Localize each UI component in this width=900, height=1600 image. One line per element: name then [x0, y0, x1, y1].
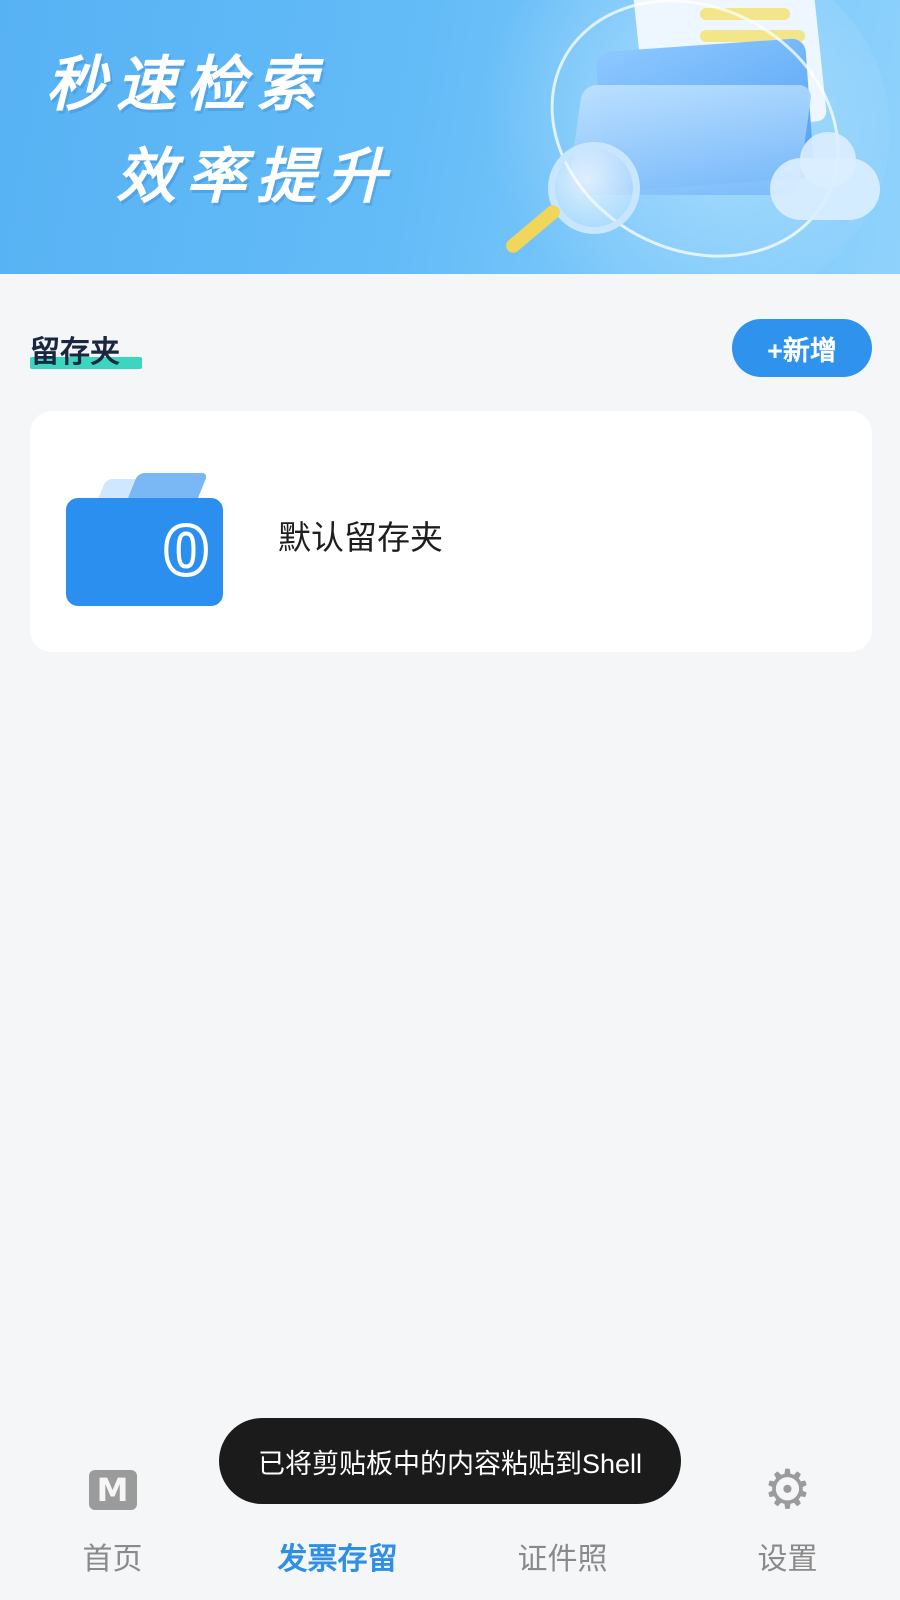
nav-item-home[interactable]: M 首页	[0, 1450, 225, 1600]
nav-item-settings[interactable]: ⚙ 设置	[675, 1450, 900, 1600]
nav-label-invoice: 发票存留	[277, 1542, 398, 1577]
gear-icon: ⚙	[763, 1458, 812, 1521]
clipboard-toast: 已将剪贴板中的内容粘贴到Shell	[219, 1418, 681, 1504]
banner-headline-2: 效率提升	[116, 142, 396, 212]
add-folder-button[interactable]: +新增	[732, 319, 872, 377]
folder-body: 0	[66, 498, 223, 606]
folder-icon: 0	[66, 461, 226, 606]
hero-banner[interactable]: 秒速检索 效率提升	[0, 0, 900, 274]
cloud-icon	[770, 132, 880, 220]
magnifier-lens-icon	[548, 142, 640, 234]
nav-label-id-photo: 证件照	[517, 1542, 608, 1577]
home-m-icon: M	[88, 1470, 137, 1510]
nav-label-settings: 设置	[757, 1542, 818, 1577]
folder-item-count: 0	[161, 511, 211, 592]
nav-label-home: 首页	[82, 1542, 143, 1577]
section-title: 留存夹	[30, 327, 142, 371]
folder-card[interactable]: 0 默认留存夹	[30, 411, 872, 652]
folder-name: 默认留存夹	[278, 518, 443, 557]
banner-headline-1: 秒速检索	[46, 50, 326, 120]
